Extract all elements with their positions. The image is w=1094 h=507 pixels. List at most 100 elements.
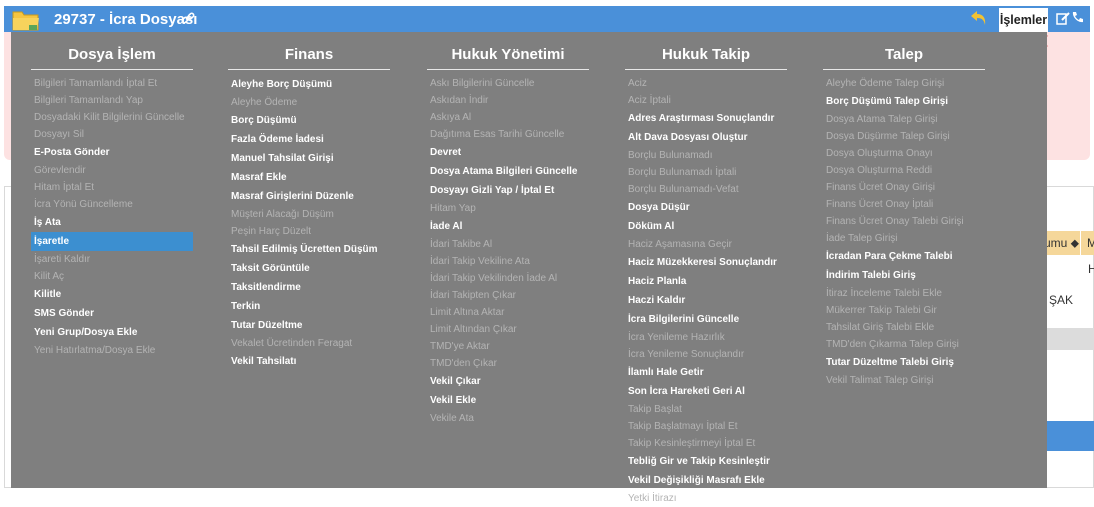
menu-item[interactable]: İcra Yönü Güncelleme	[31, 196, 193, 213]
menu-item[interactable]: Dosya Atama Bilgileri Güncelle	[427, 162, 589, 181]
menu-item[interactable]: Vekil Tahsilatı	[228, 352, 390, 371]
menu-item[interactable]: Vekil Değişikliği Masrafı Ekle	[625, 471, 787, 490]
menu-item[interactable]: Yetki İtirazı	[625, 490, 787, 507]
menu-item[interactable]: TMD'ye Aktar	[427, 338, 589, 355]
menu-item[interactable]: Vekalet Ücretinden Feragat	[228, 335, 390, 352]
link-icon[interactable]	[181, 11, 195, 25]
menu-item[interactable]: İndirim Talebi Giriş	[823, 266, 985, 285]
menu-item[interactable]: Peşin Harç Düzelt	[228, 223, 390, 240]
menu-item[interactable]: Aciz	[625, 75, 787, 92]
menu-item[interactable]: Döküm Al	[625, 217, 787, 236]
menu-item[interactable]: Finans Ücret Onay Girişi	[823, 179, 985, 196]
menu-item[interactable]: Borç Düşümü Talep Girişi	[823, 92, 985, 111]
menu-item[interactable]: Tutar Düzeltme	[228, 316, 390, 335]
edit-icon[interactable]	[1056, 11, 1070, 25]
menu-item[interactable]: Kilit Aç	[31, 268, 193, 285]
menu-item[interactable]: Borçlu Bulunamadı	[625, 147, 787, 164]
menu-item[interactable]: Limit Altına Aktar	[427, 304, 589, 321]
menu-item[interactable]: Taksit Görüntüle	[228, 259, 390, 278]
menu-item[interactable]: Bilgileri Tamamlandı Yap	[31, 92, 193, 109]
menu-item[interactable]: Takip Başlatmayı İptal Et	[625, 418, 787, 435]
menu-item[interactable]: Askıdan İndir	[427, 92, 589, 109]
menu-item[interactable]: Haciz Müzekkeresi Sonuçlandır	[625, 253, 787, 272]
menu-item[interactable]: İş Ata	[31, 213, 193, 232]
menu-item[interactable]: Takip Kesinleştirmeyi İptal Et	[625, 435, 787, 452]
menu-item[interactable]: Mükerrer Takip Talebi Gir	[823, 302, 985, 319]
menu-item[interactable]: Manuel Tahsilat Girişi	[228, 149, 390, 168]
menu-item[interactable]: Kilitle	[31, 285, 193, 304]
menu-item[interactable]: Aleyhe Ödeme Talep Girişi	[823, 75, 985, 92]
menu-item[interactable]: Aciz İptali	[625, 92, 787, 109]
menu-item[interactable]: TMD'den Çıkarma Talep Girişi	[823, 336, 985, 353]
menu-item[interactable]: Masraf Girişlerini Düzenle	[228, 187, 390, 206]
menu-item[interactable]: Bilgileri Tamamlandı İptal Et	[31, 75, 193, 92]
menu-item[interactable]: Takip Başlat	[625, 401, 787, 418]
menu-item[interactable]: Askıya Al	[427, 109, 589, 126]
menu-item[interactable]: TMD'den Çıkar	[427, 355, 589, 372]
menu-item[interactable]: Dosya Düşürme Talep Girişi	[823, 128, 985, 145]
menu-item[interactable]: Vekil Talimat Talep Girişi	[823, 372, 985, 389]
menu-item[interactable]: Vekil Ekle	[427, 391, 589, 410]
menu-item[interactable]: Yeni Hatırlatma/Dosya Ekle	[31, 342, 193, 359]
phone-icon[interactable]	[1071, 11, 1084, 24]
menu-item[interactable]: Tahsil Edilmiş Ücretten Düşüm	[228, 240, 390, 259]
menu-item[interactable]: Dosya Oluşturma Reddi	[823, 162, 985, 179]
menu-item[interactable]: Müşteri Alacağı Düşüm	[228, 206, 390, 223]
menu-item[interactable]: Dosyayı Gizli Yap / İptal Et	[427, 181, 589, 200]
menu-item[interactable]: Taksitlendirme	[228, 278, 390, 297]
menu-item[interactable]: Dağıtıma Esas Tarihi Güncelle	[427, 126, 589, 143]
menu-item[interactable]: Vekile Ata	[427, 410, 589, 427]
menu-item[interactable]: Finans Ücret Onay Talebi Girişi	[823, 213, 985, 230]
menu-item[interactable]: SMS Gönder	[31, 304, 193, 323]
menu-item[interactable]: Dosya Düşür	[625, 198, 787, 217]
menu-item[interactable]: Hitam Yap	[427, 200, 589, 217]
menu-item[interactable]: İşareti Kaldır	[31, 251, 193, 268]
menu-item[interactable]: İşaretle	[31, 232, 193, 251]
menu-item[interactable]: Aleyhe Borç Düşümü	[228, 75, 390, 94]
menu-item[interactable]: Finans Ücret Onay İptali	[823, 196, 985, 213]
menu-item[interactable]: Borç Düşümü	[228, 111, 390, 130]
menu-item[interactable]: Borçlu Bulunamadı-Vefat	[625, 181, 787, 198]
menu-item[interactable]: Hitam İptal Et	[31, 179, 193, 196]
menu-item[interactable]: Tahsilat Giriş Talebi Ekle	[823, 319, 985, 336]
menu-item[interactable]: Dosyayı Sil	[31, 126, 193, 143]
menu-item[interactable]: İcradan Para Çekme Talebi	[823, 247, 985, 266]
menu-item[interactable]: Masraf Ekle	[228, 168, 390, 187]
menu-item[interactable]: Görevlendir	[31, 162, 193, 179]
menu-item[interactable]: Dosya Oluşturma Onayı	[823, 145, 985, 162]
actions-menu-button[interactable]: İşlemler	[999, 8, 1048, 32]
back-arrow-icon[interactable]	[969, 9, 989, 27]
menu-item[interactable]: Yeni Grup/Dosya Ekle	[31, 323, 193, 342]
menu-item[interactable]: Dosyadaki Kilit Bilgilerini Güncelle	[31, 109, 193, 126]
menu-item[interactable]: Haciz Aşamasına Geçir	[625, 236, 787, 253]
menu-item[interactable]: İdari Takip Vekiline Ata	[427, 253, 589, 270]
menu-item[interactable]: Aleyhe Ödeme	[228, 94, 390, 111]
menu-item[interactable]: İcra Bilgilerini Güncelle	[625, 310, 787, 329]
menu-item[interactable]: İcra Yenileme Hazırlık	[625, 329, 787, 346]
menu-item[interactable]: İcra Yenileme Sonuçlandır	[625, 346, 787, 363]
menu-item[interactable]: İlamlı Hale Getir	[625, 363, 787, 382]
menu-item[interactable]: Son İcra Hareketi Geri Al	[625, 382, 787, 401]
menu-item[interactable]: Tebliğ Gir ve Takip Kesinleştir	[625, 452, 787, 471]
menu-item[interactable]: Dosya Atama Talep Girişi	[823, 111, 985, 128]
menu-item[interactable]: Terkin	[228, 297, 390, 316]
menu-item[interactable]: Devret	[427, 143, 589, 162]
menu-item[interactable]: Borçlu Bulunamadı İptali	[625, 164, 787, 181]
menu-item[interactable]: E-Posta Gönder	[31, 143, 193, 162]
table-column-header[interactable]: M	[1081, 231, 1094, 255]
menu-item[interactable]: Adres Araştırması Sonuçlandır	[625, 109, 787, 128]
menu-item[interactable]: Fazla Ödeme İadesi	[228, 130, 390, 149]
menu-item[interactable]: Vekil Çıkar	[427, 372, 589, 391]
menu-item[interactable]: Askı Bilgilerini Güncelle	[427, 75, 589, 92]
menu-item[interactable]: İtiraz İnceleme Talebi Ekle	[823, 285, 985, 302]
menu-item[interactable]: Limit Altından Çıkar	[427, 321, 589, 338]
menu-item[interactable]: İade Talep Girişi	[823, 230, 985, 247]
menu-item[interactable]: Haczi Kaldır	[625, 291, 787, 310]
menu-item[interactable]: İdari Takipten Çıkar	[427, 287, 589, 304]
menu-item[interactable]: İade Al	[427, 217, 589, 236]
menu-item[interactable]: İdari Takip Vekilinden İade Al	[427, 270, 589, 287]
menu-item[interactable]: Haciz Planla	[625, 272, 787, 291]
menu-item[interactable]: İdari Takibe Al	[427, 236, 589, 253]
menu-item[interactable]: Alt Dava Dosyası Oluştur	[625, 128, 787, 147]
menu-item[interactable]: Tutar Düzeltme Talebi Giriş	[823, 353, 985, 372]
